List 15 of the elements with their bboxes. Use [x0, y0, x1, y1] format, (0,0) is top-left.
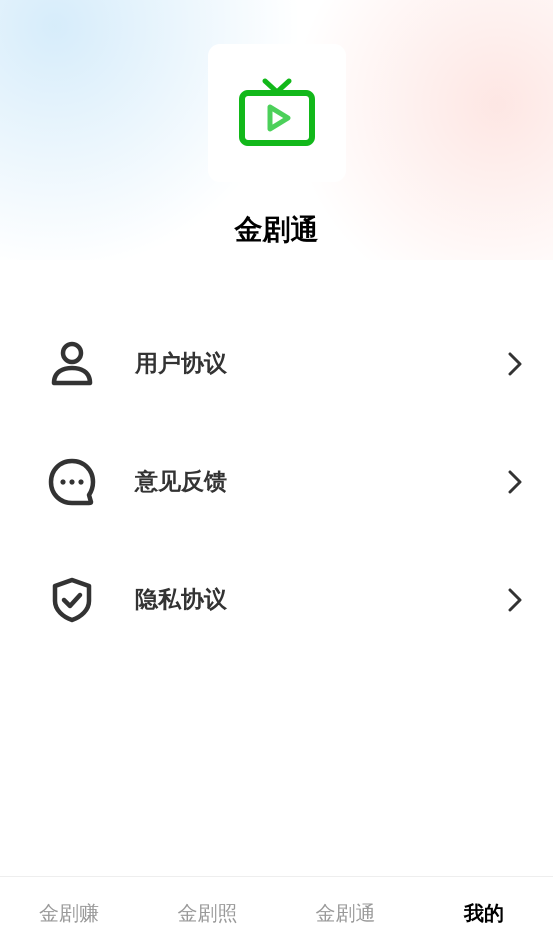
menu-label: 意见反馈 [135, 468, 228, 497]
menu-label: 用户协议 [135, 350, 228, 379]
menu-item[interactable]: 隐私协议 [0, 541, 553, 659]
menu-label: 隐私协议 [135, 586, 228, 615]
tab[interactable]: 我的 [414, 899, 553, 927]
menu-item[interactable]: 意见反馈 [0, 423, 553, 541]
tv-icon [238, 78, 316, 148]
person-icon [50, 341, 94, 387]
chat-icon [48, 458, 96, 506]
shield-check-icon [51, 577, 93, 623]
menu-item[interactable]: 用户协议 [0, 305, 553, 423]
chevron-right-icon [507, 351, 523, 377]
chevron-right-icon [507, 587, 523, 613]
chevron-right-icon [507, 469, 523, 495]
app-name: 金剧通 [234, 212, 318, 248]
